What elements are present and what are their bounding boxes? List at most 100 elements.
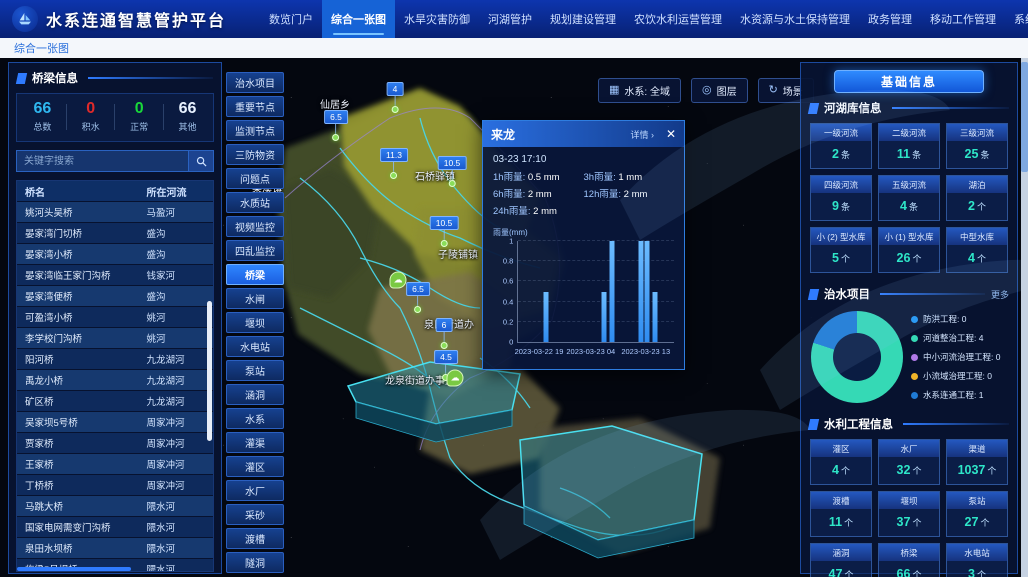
nav-tab[interactable]: 水资源与水土保持管理: [731, 0, 859, 38]
nav-tab[interactable]: 政务管理: [859, 0, 921, 38]
weather-cloud-icon[interactable]: ☁: [390, 272, 407, 289]
legend-dot-icon: [911, 392, 918, 399]
table-row[interactable]: 晏家湾临王家门沟桥钱家河: [17, 265, 213, 285]
table-row[interactable]: 阳河桥九龙湖河: [17, 349, 213, 369]
search-button[interactable]: [188, 150, 214, 172]
station-marker[interactable]: 6.5: [406, 282, 430, 313]
table-row[interactable]: 王家桥周家冲河: [17, 454, 213, 474]
layer-item-重要节点[interactable]: 重要节点: [226, 96, 284, 117]
donut-legend: 防洪工程: 0河道整治工程: 4中小河流治理工程: 0小流域治理工程: 0水系连…: [911, 313, 1000, 401]
map-control[interactable]: ◎图层: [691, 78, 748, 103]
layer-item-水质站[interactable]: 水质站: [226, 192, 284, 213]
stat-cell-unit: 个: [980, 518, 989, 528]
table-row[interactable]: 禹龙小桥九龙湖河: [17, 370, 213, 390]
station-marker[interactable]: 4: [387, 82, 404, 113]
table-row[interactable]: 马跳大桥隈水河: [17, 496, 213, 516]
table-row[interactable]: 泉田水坝桥隈水河: [17, 538, 213, 558]
layer-item-水闸[interactable]: 水闸: [226, 288, 284, 309]
table-vertical-scrollbar[interactable]: [207, 301, 212, 441]
station-marker[interactable]: 11.3: [380, 148, 408, 179]
weather-cloud-icon[interactable]: ☁: [447, 370, 464, 387]
search-input[interactable]: [16, 150, 188, 172]
layer-item-采砂[interactable]: 采砂: [226, 504, 284, 525]
stat-cell: 五级河流4条: [878, 175, 940, 221]
nav-tab[interactable]: 农饮水利运营管理: [625, 0, 731, 38]
map-control-label: 水系: 全域: [624, 83, 670, 98]
table-row[interactable]: 贾家桥周家冲河: [17, 433, 213, 453]
map-control[interactable]: ▦水系: 全域: [598, 78, 681, 103]
stat-cell-label: 水电站: [947, 544, 1007, 561]
stat-cell-label: 堰坝: [879, 492, 939, 509]
stat-cell: 堰坝37个: [878, 491, 940, 537]
stat-label: 积水: [72, 120, 110, 133]
station-marker[interactable]: 10.5: [430, 216, 459, 247]
layer-item-灌区[interactable]: 灌区: [226, 456, 284, 477]
stat-cell-label: 小 (1) 型水库: [879, 228, 939, 245]
nav-tab[interactable]: 数览门户: [260, 0, 322, 38]
table-row[interactable]: 李学校门沟桥姚河: [17, 328, 213, 348]
layers-icon: ◎: [702, 85, 712, 96]
table-row[interactable]: 晏家湾便桥盛沟: [17, 286, 213, 306]
table-row[interactable]: 可盈湾小桥姚河: [17, 307, 213, 327]
bridge-stat: 0正常: [120, 100, 158, 133]
section-accent-icon: [16, 73, 27, 84]
popup-detail-link[interactable]: 详情 ›: [630, 128, 654, 141]
layer-item-三防物资[interactable]: 三防物资: [226, 144, 284, 165]
nav-tab[interactable]: 规划建设管理: [541, 0, 625, 38]
y-tick-label: 0.2: [503, 317, 513, 326]
popup-metrics: 1h雨量: 0.5 mm3h雨量: 1 mm6h雨量: 2 mm12h雨量: 2…: [483, 167, 684, 219]
more-link[interactable]: 更多: [991, 288, 1009, 301]
page-scrollbar-thumb[interactable]: [1021, 62, 1028, 172]
layer-item-水电站[interactable]: 水电站: [226, 336, 284, 357]
works-grid: 灌区4个水厂32个渠道1037个渡槽11个堰坝37个泵站27个涵洞47个桥梁66…: [801, 437, 1017, 577]
bridge-name-cell: 马跳大桥: [17, 499, 140, 513]
layer-item-桥梁[interactable]: 桥梁: [226, 264, 284, 285]
river-name-cell: 隈水河: [140, 499, 213, 513]
stat-cell-value: 5个: [811, 245, 871, 272]
table-row[interactable]: 国家电网需变门沟桥隈水河: [17, 517, 213, 537]
bridge-name-cell: 王家桥: [17, 457, 140, 471]
rivers-section-header: 河湖库信息: [801, 93, 1017, 121]
table-row[interactable]: 吴家坝5号桥周家冲河: [17, 412, 213, 432]
table-row[interactable]: 矿区桥九龙湖河: [17, 391, 213, 411]
nav-tab[interactable]: 河湖管护: [479, 0, 541, 38]
station-marker[interactable]: 10.5: [438, 156, 467, 187]
nav-tab[interactable]: 综合一张图: [322, 0, 395, 38]
station-marker[interactable]: 6: [436, 318, 453, 349]
dashboard-root: 水系连通智慧管护平台 数览门户综合一张图水旱灾害防御河湖管护规划建设管理农饮水利…: [0, 0, 1028, 577]
layer-item-治水项目[interactable]: 治水项目: [226, 72, 284, 93]
layer-item-四乱监控[interactable]: 四乱监控: [226, 240, 284, 261]
table-horizontal-scrollbar[interactable]: [17, 567, 131, 571]
layer-item-水系[interactable]: 水系: [226, 408, 284, 429]
table-row[interactable]: 晏家湾小桥盛沟: [17, 244, 213, 264]
bridge-name-cell: 丁桥桥: [17, 478, 140, 492]
stat-cell-value: 25条: [947, 141, 1007, 168]
layer-item-监测节点[interactable]: 监测节点: [226, 120, 284, 141]
layer-item-堰坝[interactable]: 堰坝: [226, 312, 284, 333]
layer-item-隧洞[interactable]: 隧洞: [226, 552, 284, 573]
layer-item-水厂[interactable]: 水厂: [226, 480, 284, 501]
table-row[interactable]: 晏家湾门切桥盛沟: [17, 223, 213, 243]
breadcrumb[interactable]: 综合一张图: [0, 40, 69, 56]
search-icon: [196, 156, 207, 167]
close-icon[interactable]: ✕: [660, 127, 676, 141]
table-row[interactable]: 姚河头吴桥马盈河: [17, 202, 213, 222]
layer-item-灌渠[interactable]: 灌渠: [226, 432, 284, 453]
table-row[interactable]: 丁桥桥周家冲河: [17, 475, 213, 495]
layer-item-涵洞[interactable]: 涵洞: [226, 384, 284, 405]
layer-item-泵站[interactable]: 泵站: [226, 360, 284, 381]
layer-item-视频监控[interactable]: 视频监控: [226, 216, 284, 237]
stat-divider: [163, 104, 164, 130]
nav-tab[interactable]: 水旱灾害防御: [395, 0, 479, 38]
nav-tab[interactable]: 移动工作管理: [921, 0, 1005, 38]
map-controls: ▦水系: 全域◎图层↻场景: [598, 78, 814, 103]
layer-item-渡槽[interactable]: 渡槽: [226, 528, 284, 549]
stat-cell-value: 32个: [879, 457, 939, 484]
basic-info-button[interactable]: 基础信息: [834, 70, 984, 93]
chart-gridline: 0.8: [518, 260, 674, 261]
station-marker[interactable]: 6.5: [324, 110, 348, 141]
popup-header: 来龙 详情 › ✕: [483, 121, 684, 147]
layer-item-问题点[interactable]: 问题点: [226, 168, 284, 189]
nav-tab[interactable]: 系统管理: [1005, 0, 1028, 38]
marker-value: 6.5: [324, 110, 348, 124]
